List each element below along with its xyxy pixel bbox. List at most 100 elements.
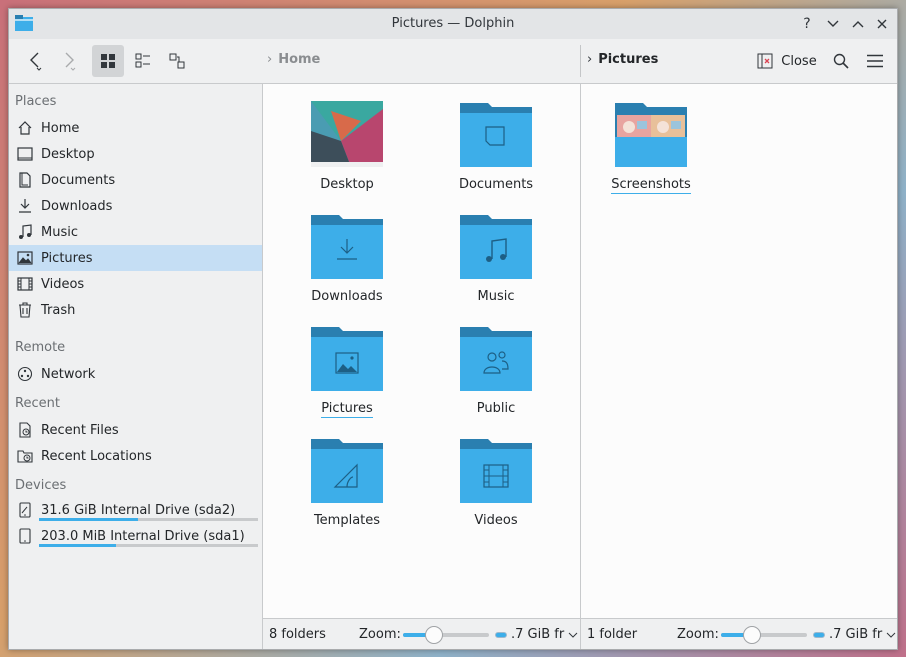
breadcrumb-home[interactable]: Home — [278, 52, 320, 67]
minimize-button[interactable] — [823, 14, 843, 34]
sidebar-item-label: Network — [41, 366, 96, 382]
drive-usage-fill — [39, 544, 116, 547]
sidebar-item-label: Desktop — [41, 146, 95, 162]
places-panel: Places Home Desktop Documents Downloads … — [9, 83, 263, 649]
chevron-right-icon: › — [267, 52, 273, 67]
breadcrumb-pictures[interactable]: Pictures — [598, 52, 658, 67]
item-count: 8 folders — [269, 627, 326, 642]
sidebar-item-label: 203.0 MiB Internal Drive (sda1) — [41, 528, 245, 544]
section-remote: Remote — [15, 340, 66, 355]
maximize-button[interactable] — [848, 14, 868, 34]
close-icon — [877, 19, 887, 29]
sidebar-item-label: Videos — [41, 276, 85, 292]
sidebar-item-label: Recent Locations — [41, 448, 152, 464]
zoom-slider-handle[interactable] — [743, 626, 761, 644]
folder-item-desktop[interactable]: Desktop — [287, 101, 407, 192]
sidebar-item-label: 31.6 GiB Internal Drive (sda2) — [41, 502, 236, 518]
folder-item-music[interactable]: Music — [436, 213, 556, 304]
zoom-slider[interactable] — [403, 626, 489, 644]
sidebar-item-music[interactable]: Music — [9, 219, 262, 245]
search-icon — [833, 53, 849, 69]
folder-videos-icon — [460, 439, 532, 503]
recent-files-icon — [17, 422, 33, 438]
documents-icon — [17, 172, 33, 188]
sidebar-item-downloads[interactable]: Downloads — [9, 193, 262, 219]
view-icons-icon — [101, 54, 115, 68]
main-toolbar: › Home › Pictures Close — [9, 39, 897, 83]
free-space-indicator[interactable]: .7 GiB fr — [495, 627, 578, 642]
breadcrumb-right[interactable]: › Pictures — [587, 52, 658, 67]
sidebar-item-label: Recent Files — [41, 422, 119, 438]
desktop-icon — [17, 146, 33, 162]
folder-item-screenshots[interactable]: Screenshots — [591, 101, 711, 194]
pictures-icon — [17, 250, 33, 266]
sidebar-item-pictures[interactable]: Pictures — [9, 245, 262, 271]
close-window-button[interactable] — [872, 14, 892, 34]
sidebar-item-desktop[interactable]: Desktop — [9, 141, 262, 167]
network-icon — [17, 366, 33, 382]
title-bar[interactable]: Pictures — Dolphin ? — [9, 9, 897, 39]
zoom-label: Zoom: — [359, 627, 401, 642]
compact-view-button[interactable] — [127, 45, 159, 77]
close-split-icon — [757, 53, 773, 69]
recent-locations-icon — [17, 448, 33, 464]
folder-downloads-icon — [311, 215, 383, 279]
icons-view-button[interactable] — [92, 45, 124, 77]
search-button[interactable] — [827, 45, 855, 77]
free-space-indicator[interactable]: .7 GiB fr — [813, 627, 896, 642]
arrow-left-icon — [30, 52, 42, 71]
folder-templates-icon — [311, 439, 383, 503]
sidebar-item-label: Pictures — [41, 250, 93, 266]
right-status-bar: 1 folder Zoom: .7 GiB fr — [581, 618, 897, 649]
zoom-slider-handle[interactable] — [425, 626, 443, 644]
sidebar-item-recent-files[interactable]: Recent Files — [9, 417, 262, 443]
view-details-icon — [169, 53, 185, 69]
item-label: Videos — [474, 513, 518, 528]
help-button[interactable]: ? — [797, 14, 817, 34]
folder-screenshots-icon — [615, 103, 687, 167]
back-button[interactable] — [21, 45, 49, 77]
arrow-right-icon — [65, 52, 76, 71]
folder-pictures-icon — [311, 327, 383, 391]
sidebar-item-trash[interactable]: Trash — [9, 297, 262, 323]
menu-button[interactable] — [861, 45, 889, 77]
hard-drive-icon — [17, 528, 33, 544]
breadcrumb-left[interactable]: › Home — [267, 52, 320, 67]
desktop-wallpaper-thumbnail — [311, 101, 383, 167]
item-label: Public — [476, 401, 516, 416]
folder-documents-icon — [460, 103, 532, 167]
trash-icon — [17, 302, 33, 318]
folder-item-pictures[interactable]: Pictures — [287, 325, 407, 418]
music-icon — [17, 224, 33, 240]
right-view-pane[interactable]: Screenshots — [581, 83, 897, 618]
free-space-bar — [495, 631, 507, 638]
view-compact-icon — [135, 53, 150, 68]
downloads-icon — [17, 198, 33, 214]
left-view-pane[interactable]: Desktop Documents Downloads Music Pictur… — [263, 83, 581, 618]
item-label: Music — [477, 289, 515, 304]
section-places: Places — [15, 94, 57, 109]
folder-item-public[interactable]: Public — [436, 325, 556, 416]
zoom-slider[interactable] — [721, 626, 807, 644]
item-label: Desktop — [320, 177, 374, 192]
sidebar-item-recent-locations[interactable]: Recent Locations — [9, 443, 262, 469]
sidebar-item-label: Documents — [41, 172, 116, 188]
details-view-button[interactable] — [161, 45, 193, 77]
folder-music-icon — [460, 215, 532, 279]
sidebar-item-home[interactable]: Home — [9, 115, 262, 141]
folder-item-videos[interactable]: Videos — [436, 437, 556, 528]
sidebar-item-network[interactable]: Network — [9, 361, 262, 387]
folder-item-templates[interactable]: Templates — [287, 437, 407, 528]
drive-usage-bar-sda2 — [39, 518, 258, 521]
close-split-button[interactable]: Close — [755, 45, 819, 77]
forward-button[interactable] — [55, 45, 83, 77]
free-space-label: .7 GiB fr — [829, 627, 883, 642]
drive-usage-bar-sda1 — [39, 544, 258, 547]
sidebar-item-videos[interactable]: Videos — [9, 271, 262, 297]
folder-item-downloads[interactable]: Downloads — [287, 213, 407, 304]
item-label: Pictures — [321, 401, 373, 418]
sidebar-item-documents[interactable]: Documents — [9, 167, 262, 193]
chevron-down-icon — [568, 632, 578, 638]
left-status-bar: 8 folders Zoom: .7 GiB fr — [263, 618, 581, 649]
folder-item-documents[interactable]: Documents — [436, 101, 556, 192]
